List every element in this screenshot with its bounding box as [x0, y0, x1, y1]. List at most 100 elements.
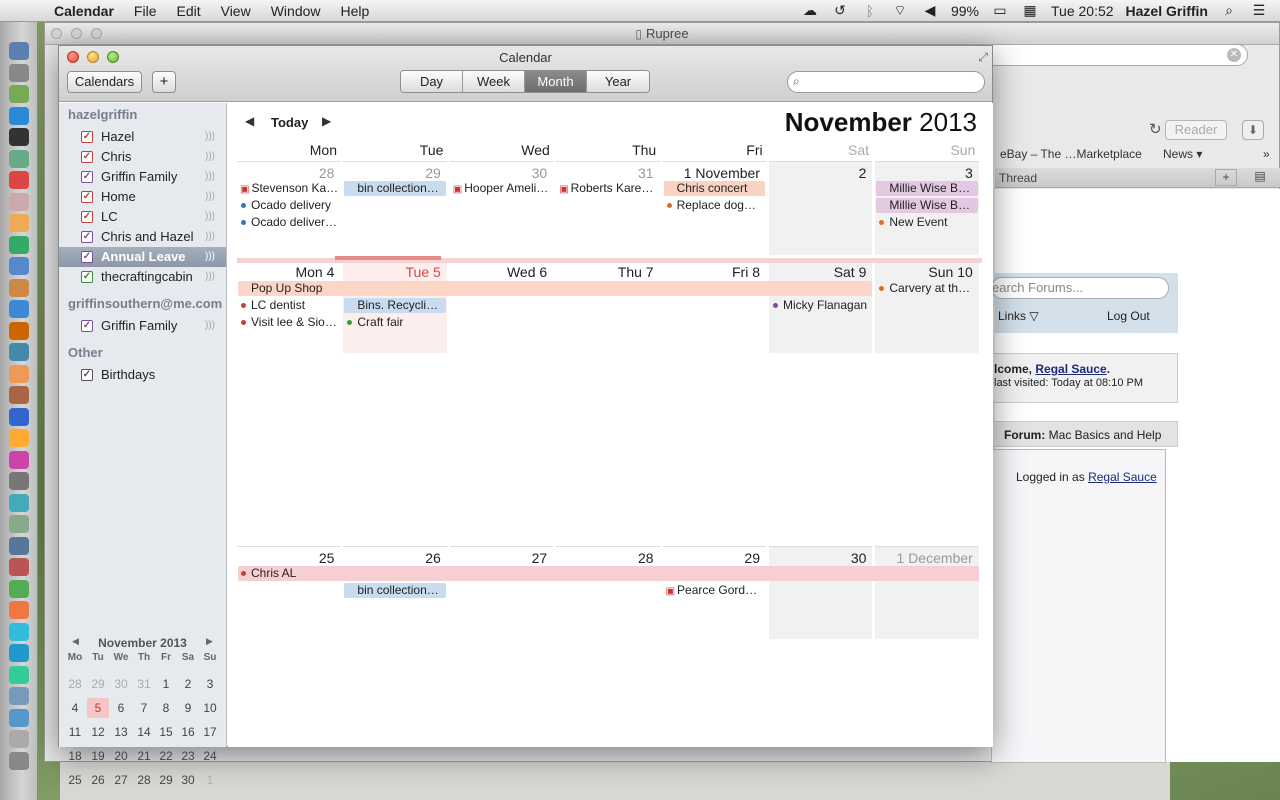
mini-day[interactable]: 28 [64, 674, 86, 694]
tab-month[interactable]: Month [525, 71, 587, 92]
day-cell[interactable]: 28 [556, 546, 660, 639]
reload-icon[interactable]: ↻ [1149, 120, 1162, 138]
dock-app-icon[interactable] [9, 257, 29, 275]
mini-day[interactable]: 5 [87, 698, 109, 718]
day-cell[interactable]: 30 [769, 546, 873, 639]
mini-day[interactable]: 6 [110, 698, 132, 718]
calendar-event[interactable]: ▣ Pearce Gord… [664, 583, 765, 598]
calendar-event[interactable]: Carvery at th… [876, 281, 977, 296]
calendar-event[interactable]: Ocado delivery [238, 198, 339, 213]
battery-icon[interactable]: ▭ [991, 2, 1009, 19]
bookmarks-overflow-icon[interactable]: » [1263, 147, 1270, 161]
menu-app-name[interactable]: Calendar [38, 3, 124, 19]
dock-app-icon[interactable] [9, 343, 29, 361]
mini-day[interactable]: 9 [177, 698, 199, 718]
mini-day[interactable]: 3 [199, 674, 221, 694]
mini-day[interactable]: 4 [64, 698, 86, 718]
calendar-event[interactable]: Replace dog… [664, 198, 765, 213]
tab-day[interactable]: Day [401, 71, 463, 92]
day-cell[interactable]: Thu 7 [556, 261, 659, 353]
calendar-checkbox[interactable]: ✓ [81, 211, 93, 223]
dock-app-icon[interactable] [9, 515, 29, 533]
sidebar-calendar-item[interactable]: ✓ thecraftingcabin))) [59, 267, 226, 287]
dock-app-icon[interactable] [9, 644, 29, 662]
inactive-close-icon[interactable] [51, 28, 62, 39]
calendar-checkbox[interactable]: ✓ [81, 171, 93, 183]
mini-day[interactable]: 29 [155, 770, 177, 790]
menu-clock[interactable]: Tue 20:52 [1051, 3, 1114, 19]
mini-day[interactable]: 22 [155, 746, 177, 766]
day-cell[interactable]: 31 [556, 161, 660, 255]
sidebar-calendar-item[interactable]: ✓ Birthdays [59, 365, 226, 385]
tab-overview-icon[interactable]: ▤ [1249, 169, 1271, 186]
tab-week[interactable]: Week [463, 71, 525, 92]
mini-day[interactable]: 8 [155, 698, 177, 718]
previous-month-icon[interactable]: ◀ [245, 114, 254, 128]
mini-day[interactable]: 7 [133, 698, 155, 718]
dock-app-icon[interactable] [9, 300, 29, 318]
calendar-event[interactable]: ▣ Roberts Kare… [557, 181, 658, 196]
dock-app-icon[interactable] [9, 235, 29, 254]
bluetooth-icon[interactable]: ᛒ [861, 3, 879, 19]
browser-url-field[interactable]: ✕ [948, 44, 1248, 66]
calendar-event[interactable]: Bins. Recycli… [344, 298, 446, 313]
mini-day[interactable]: 29 [87, 674, 109, 694]
mini-day[interactable]: 23 [177, 746, 199, 766]
next-month-icon[interactable]: ▶ [322, 114, 331, 128]
mini-day[interactable]: 30 [110, 674, 132, 694]
mini-day[interactable]: 19 [87, 746, 109, 766]
dock-app-icon[interactable] [9, 149, 29, 168]
calendar-event[interactable]: ▣ Hooper Ameli… [451, 181, 552, 196]
day-cell[interactable]: 1 December [875, 546, 979, 639]
mini-day[interactable]: 18 [64, 746, 86, 766]
dock-app-icon[interactable] [9, 214, 29, 232]
day-cell[interactable]: 30 [449, 161, 554, 255]
reader-button[interactable]: Reader [1165, 120, 1227, 140]
volume-icon[interactable]: ◀ [921, 2, 939, 19]
dock-app-icon[interactable] [9, 472, 29, 490]
multi-day-event[interactable]: Chris AL [238, 566, 979, 581]
mini-day[interactable]: 17 [199, 722, 221, 742]
dock-app-icon[interactable] [9, 278, 29, 297]
inactive-zoom-icon[interactable] [91, 28, 102, 39]
mini-day[interactable]: 28 [133, 770, 155, 790]
calendar-event[interactable]: Millie Wise B… [876, 198, 978, 213]
dock-app-icon[interactable] [9, 622, 29, 641]
dock-app-icon[interactable] [9, 601, 29, 619]
mini-day[interactable]: 12 [87, 722, 109, 742]
calendar-checkbox[interactable]: ✓ [81, 131, 93, 143]
battery-percent[interactable]: 99% [951, 3, 979, 19]
calendar-menu-icon[interactable]: ▦ [1021, 2, 1039, 19]
tab-year[interactable]: Year [587, 71, 649, 92]
wifi-icon[interactable]: ⌔ [891, 2, 909, 20]
day-cell[interactable]: 25 [237, 546, 341, 639]
today-button[interactable]: Today [271, 115, 308, 130]
mini-day[interactable]: 31 [133, 674, 155, 694]
mini-day[interactable]: 2 [177, 674, 199, 694]
logged-in-user-link[interactable]: Regal Sauce [1088, 470, 1157, 484]
calendar-event[interactable]: bin collection… [344, 583, 446, 598]
fullscreen-icon[interactable]: ⤢ [978, 50, 988, 65]
mini-day[interactable]: 26 [87, 770, 109, 790]
forum-search-input[interactable]: earch Forums... [991, 277, 1169, 299]
dock-app-icon[interactable] [9, 106, 29, 125]
mini-day[interactable]: 30 [177, 770, 199, 790]
dock-app-icon[interactable] [9, 407, 29, 426]
notification-center-icon[interactable]: ☰ [1250, 2, 1268, 19]
time-machine-icon[interactable]: ↺ [831, 2, 849, 19]
dock-app-icon[interactable] [9, 579, 29, 598]
bookmark-news[interactable]: News ▾ [1163, 147, 1202, 161]
inactive-minimize-icon[interactable] [71, 28, 82, 39]
dock-app-icon[interactable] [9, 493, 29, 512]
menu-user[interactable]: Hazel Griffin [1126, 3, 1208, 19]
calendar-checkbox[interactable]: ✓ [81, 231, 93, 243]
calendar-checkbox[interactable]: ✓ [81, 251, 93, 263]
dock-app-icon[interactable] [9, 192, 29, 211]
sidebar-calendar-item[interactable]: ✓ Hazel))) [59, 127, 226, 147]
add-event-button[interactable]: + [152, 71, 176, 93]
mini-day[interactable]: 14 [133, 722, 155, 742]
dock-app-icon[interactable] [9, 63, 29, 82]
sidebar-calendar-item[interactable]: ✓ Chris and Hazel))) [59, 227, 226, 247]
menu-edit[interactable]: Edit [166, 3, 210, 19]
mini-day[interactable]: 10 [199, 698, 221, 718]
